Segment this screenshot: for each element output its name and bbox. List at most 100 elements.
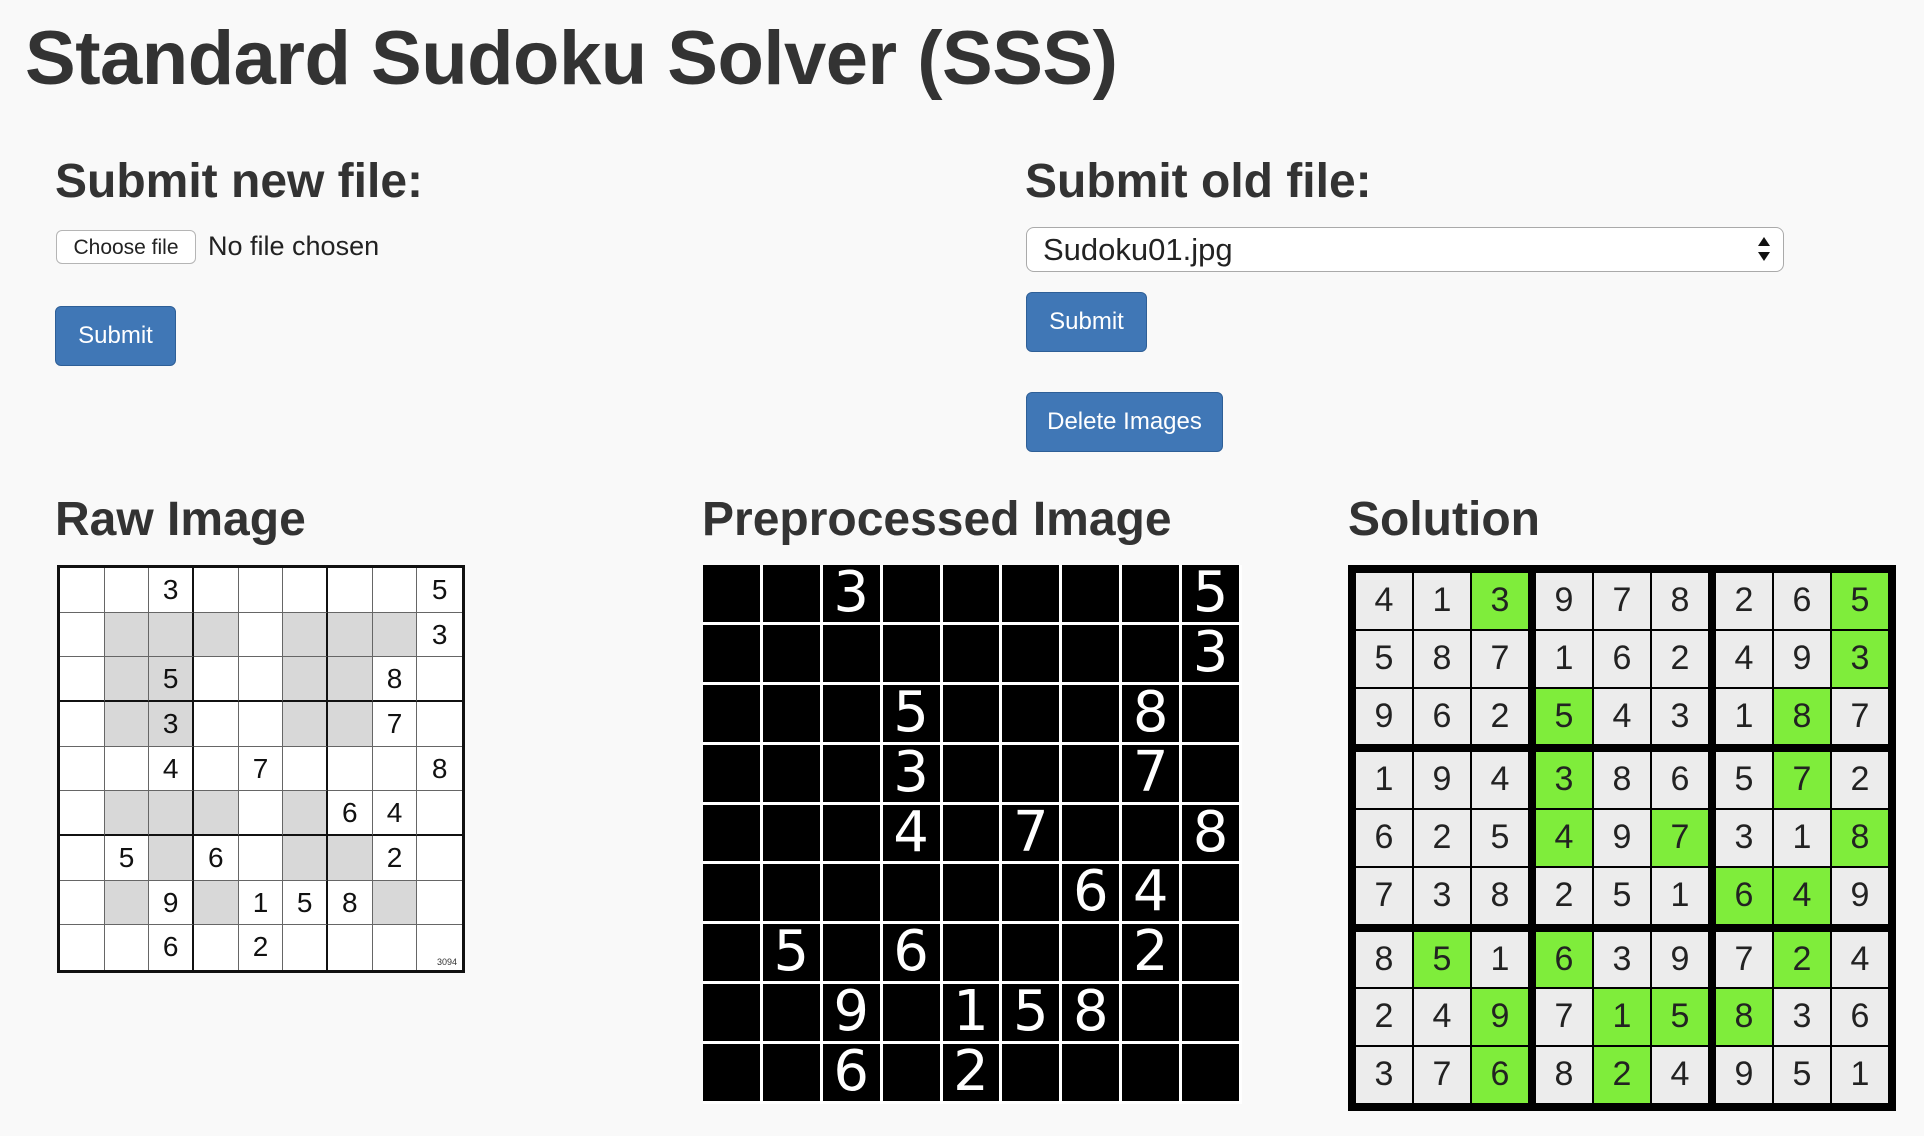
preprocessed-cell xyxy=(762,624,820,682)
preprocessed-cell: 5 xyxy=(1002,983,1060,1042)
preprocessed-cell xyxy=(1002,565,1060,622)
submit-old-file-button[interactable]: Submit xyxy=(1026,292,1147,352)
raw-cell xyxy=(283,746,328,792)
solution-cell: 3 xyxy=(1472,573,1528,629)
raw-cell xyxy=(328,836,373,881)
raw-cell: 8 xyxy=(328,880,373,926)
solution-cell: 3 xyxy=(1414,867,1470,924)
preprocessed-cell xyxy=(942,565,1000,622)
solution-cell: 1 xyxy=(1832,1047,1888,1103)
solution-cell: 6 xyxy=(1356,810,1412,866)
preprocessed-cell xyxy=(822,684,880,742)
solution-cell: 2 xyxy=(1716,573,1772,629)
preprocessed-cell xyxy=(1062,924,1120,982)
preprocessed-cell xyxy=(1182,984,1239,1042)
raw-cell xyxy=(238,568,284,613)
solution-cell: 9 xyxy=(1594,810,1650,866)
solution-cell: 4 xyxy=(1356,573,1412,629)
solution-cell: 2 xyxy=(1356,989,1412,1046)
raw-cell xyxy=(60,836,105,881)
preprocessed-cell: 5 xyxy=(1182,564,1239,622)
page-title: Standard Sudoku Solver (SSS) xyxy=(25,16,1118,101)
solution-cell: 3 xyxy=(1594,931,1650,988)
raw-cell: 9 xyxy=(149,880,194,926)
raw-cell xyxy=(417,657,462,702)
preprocessed-cell xyxy=(942,624,1000,682)
raw-cell: 6 xyxy=(194,836,239,881)
choose-file-button[interactable]: Choose file xyxy=(56,230,196,264)
solution-cell: 1 xyxy=(1774,810,1830,866)
submit-new-file-button[interactable]: Submit xyxy=(55,306,176,366)
preprocessed-cell xyxy=(1122,1044,1180,1101)
raw-cell xyxy=(283,612,328,658)
preprocessed-cell xyxy=(1002,624,1060,682)
raw-cell xyxy=(238,612,284,658)
preprocessed-cell xyxy=(822,864,880,922)
solution-cell: 7 xyxy=(1832,688,1888,745)
raw-cell: 8 xyxy=(372,657,418,702)
solution-cell: 9 xyxy=(1536,573,1592,629)
raw-cell xyxy=(283,568,328,613)
preprocessed-cell xyxy=(822,804,880,862)
solution-cell: 8 xyxy=(1716,989,1772,1046)
solution-cell: 4 xyxy=(1536,810,1592,866)
solution-cell: 9 xyxy=(1774,630,1830,687)
solution-cell: 5 xyxy=(1356,630,1412,687)
raw-cell xyxy=(104,612,150,658)
raw-cell: 5 xyxy=(149,657,194,702)
solution-cell: 9 xyxy=(1652,931,1708,988)
preprocessed-cell xyxy=(822,924,880,982)
solution-cell: 5 xyxy=(1594,867,1650,924)
preprocessed-cell xyxy=(942,864,1000,922)
raw-cell xyxy=(60,791,105,836)
preprocessed-cell xyxy=(1002,924,1060,982)
preprocessed-cell xyxy=(882,1044,940,1101)
raw-cell xyxy=(283,925,328,970)
raw-image: 268519265468747385353 3094 xyxy=(57,565,465,973)
raw-cell xyxy=(194,746,239,792)
solution-cell: 5 xyxy=(1652,989,1708,1046)
raw-cell xyxy=(417,836,462,881)
raw-cell: 7 xyxy=(372,702,418,747)
solution-cell: 5 xyxy=(1536,688,1592,745)
solution-cell: 4 xyxy=(1414,989,1470,1046)
raw-cell xyxy=(417,702,462,747)
delete-images-button[interactable]: Delete Images xyxy=(1026,392,1223,452)
solution-cell: 9 xyxy=(1356,688,1412,745)
preprocessed-cell xyxy=(762,1044,820,1101)
raw-cell xyxy=(194,880,239,926)
preprocessed-cell xyxy=(882,624,940,682)
raw-cell: 5 xyxy=(417,568,462,613)
solution-grid: 4139782655871624939625431871943865726254… xyxy=(1348,565,1896,1111)
solution-cell: 8 xyxy=(1832,810,1888,866)
solution-cell: 6 xyxy=(1832,989,1888,1046)
preprocessed-cell xyxy=(1182,864,1239,922)
preprocessed-cell xyxy=(942,804,1000,862)
raw-cell xyxy=(372,612,418,658)
solution-cell: 1 xyxy=(1472,931,1528,988)
raw-cell: 1 xyxy=(238,880,284,926)
raw-cell xyxy=(104,702,150,747)
solution-cell: 1 xyxy=(1414,573,1470,629)
preprocessed-cell xyxy=(1122,624,1180,682)
preprocessed-cell xyxy=(703,624,760,682)
preprocessed-cell xyxy=(703,804,760,862)
solution-cell: 7 xyxy=(1716,931,1772,988)
solution-cell: 1 xyxy=(1356,752,1412,809)
solution-cell: 8 xyxy=(1594,752,1650,809)
raw-cell xyxy=(194,657,239,702)
preprocessed-cell xyxy=(1182,924,1239,982)
preprocessed-cell xyxy=(942,684,1000,742)
raw-cell xyxy=(104,880,150,926)
solution-cell: 3 xyxy=(1536,752,1592,809)
solution-cell: 8 xyxy=(1356,931,1412,988)
preprocessed-image-heading: Preprocessed Image xyxy=(702,493,1172,546)
raw-cell: 3 xyxy=(149,702,194,747)
preprocessed-cell xyxy=(762,565,820,622)
raw-cell: 2 xyxy=(239,925,284,970)
old-file-select[interactable]: Sudoku01.jpg xyxy=(1026,227,1784,272)
raw-cell xyxy=(328,657,373,702)
preprocessed-cell: 7 xyxy=(1122,744,1180,802)
raw-cell xyxy=(149,612,194,658)
solution-cell: 7 xyxy=(1774,752,1830,809)
